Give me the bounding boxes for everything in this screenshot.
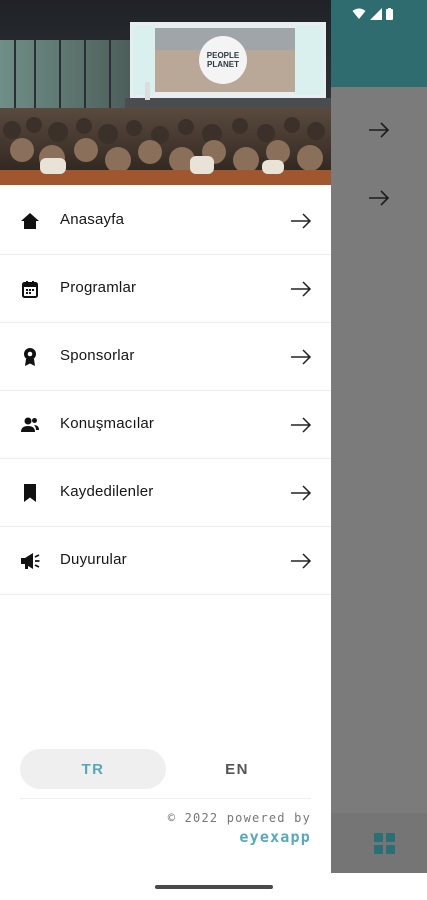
menu-item-kaydedilenler[interactable]: Kaydedilenler: [0, 459, 331, 527]
wifi-icon: [352, 8, 366, 19]
hero-conference-image: PEOPLE PLANET: [0, 0, 331, 185]
speakers-icon: [21, 417, 39, 432]
menu-item-sponsorlar[interactable]: Sponsorlar: [0, 323, 331, 391]
menu-item-label: Duyurular: [60, 551, 127, 568]
grid-icon[interactable]: [374, 833, 396, 855]
navigation-drawer: PEOPLE PLANET Anasayfa Programlar Sponso…: [0, 0, 331, 873]
home-gesture-bar[interactable]: [155, 885, 273, 889]
conference-photo: PEOPLE PLANET: [0, 0, 331, 185]
bookmark-icon: [24, 484, 36, 502]
menu-item-programlar[interactable]: Programlar: [0, 255, 331, 323]
screen-text-line2: PLANET: [207, 60, 239, 69]
arrow-right-icon: [291, 213, 312, 229]
arrow-right-icon: [291, 349, 312, 365]
signal-icon: [370, 8, 382, 20]
footer-divider: [20, 798, 311, 799]
menu-item-konusmacilar[interactable]: Konuşmacılar: [0, 391, 331, 459]
menu-item-label: Konuşmacılar: [60, 415, 155, 432]
language-switcher: TR EN: [20, 749, 311, 789]
home-icon: [21, 213, 39, 229]
drawer-menu: Anasayfa Programlar Sponsorlar Konuşmacı…: [0, 187, 331, 595]
screen-text-line1: PEOPLE: [207, 51, 240, 60]
menu-item-anasayfa[interactable]: Anasayfa: [0, 187, 331, 255]
menu-item-label: Programlar: [60, 279, 137, 296]
megaphone-icon: [21, 553, 40, 569]
arrow-right-icon: [291, 485, 312, 501]
copyright-text: © 2022 powered by: [167, 811, 311, 825]
calendar-icon: [22, 281, 38, 298]
arrow-right-icon: [291, 417, 312, 433]
status-bar-icons: [352, 8, 393, 20]
menu-item-label: Anasayfa: [60, 211, 125, 228]
arrow-right-icon: [369, 190, 390, 206]
medal-icon: [24, 348, 36, 366]
language-tr-button[interactable]: TR: [20, 749, 166, 789]
arrow-right-icon: [291, 281, 312, 297]
arrow-right-icon: [369, 122, 390, 138]
menu-item-label: Sponsorlar: [60, 347, 135, 364]
menu-item-label: Kaydedilenler: [60, 483, 154, 500]
menu-item-duyurular[interactable]: Duyurular: [0, 527, 331, 595]
battery-icon: [386, 8, 393, 20]
arrow-right-icon: [291, 553, 312, 569]
language-en-button[interactable]: EN: [192, 749, 282, 789]
brand-link[interactable]: eyexapp: [239, 828, 311, 846]
